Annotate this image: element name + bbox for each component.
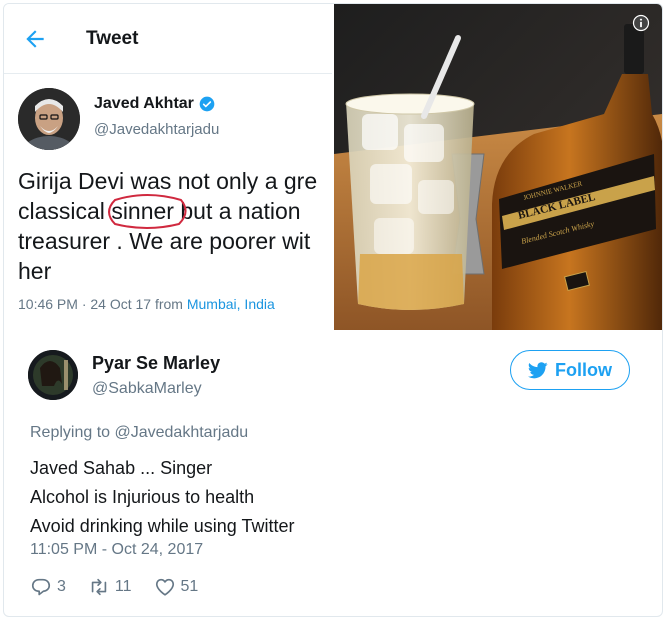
screenshot-header: Tweet (4, 4, 332, 74)
tweet-actions: 3 11 51 (30, 576, 220, 598)
quote-line: her (18, 258, 52, 284)
quote-line: treasurer . We are poorer wit (18, 228, 311, 254)
circled-word: sinner (108, 194, 187, 229)
quoted-tweet-screenshot: Tweet Javed Akhtar @Javedakhtarjadu Giri… (4, 4, 332, 330)
author-name: Javed Akhtar (94, 95, 215, 113)
photo-illustration: BLACK LABEL JOHNNIE WALKER Blended Scotc… (334, 4, 662, 330)
reply-line: Alcohol is Injurious to health (30, 487, 255, 507)
avatar[interactable] (28, 350, 78, 400)
reply-line: Avoid drinking while using Twitter (30, 516, 295, 536)
like-count: 51 (180, 578, 199, 595)
reply-author-handle[interactable]: @SabkaMarley (92, 380, 202, 398)
avatar (18, 88, 80, 150)
follow-button[interactable]: Follow (510, 350, 630, 390)
reply-author-name[interactable]: Pyar Se Marley (92, 353, 220, 374)
reply-line: Javed Sahab ... Singer (30, 458, 213, 478)
screenshot-title: Tweet (86, 28, 139, 49)
reply-action[interactable]: 3 (30, 576, 66, 598)
retweet-action[interactable]: 11 (88, 576, 132, 598)
like-action[interactable]: 51 (154, 576, 199, 598)
arrow-left-icon (26, 30, 44, 48)
whisky-photo: BLACK LABEL JOHNNIE WALKER Blended Scotc… (334, 4, 662, 330)
quoted-tweet-text: Girija Devi was not only a gre classical… (18, 166, 332, 286)
heart-icon (155, 578, 174, 596)
red-circle-annotation (108, 194, 187, 229)
twitter-bird-icon (528, 361, 548, 378)
quote-line: classical sinner but a nation (18, 194, 332, 229)
tweet-media[interactable]: Tweet Javed Akhtar @Javedakhtarjadu Giri… (4, 4, 662, 330)
retweet-count: 11 (114, 578, 132, 595)
reply-text: Javed Sahab ... Singer Alcohol is Injuri… (30, 454, 294, 541)
tweet-embed-card: Tweet Javed Akhtar @Javedakhtarjadu Giri… (3, 3, 663, 617)
reply-icon (31, 578, 51, 596)
info-icon[interactable] (632, 14, 650, 32)
quoted-tweet-meta: 10:46 PM · 24 Oct 17 from Mumbai, India (18, 296, 275, 312)
verified-badge-icon (199, 96, 215, 112)
replying-to[interactable]: Replying to @Javedakhtarjadu (30, 424, 248, 442)
reply-count: 3 (57, 578, 66, 595)
reply-timestamp[interactable]: 11:05 PM - Oct 24, 2017 (30, 541, 203, 559)
follow-label: Follow (555, 359, 612, 380)
author-handle: @Javedakhtarjadu (94, 121, 220, 138)
retweet-icon (91, 578, 107, 596)
